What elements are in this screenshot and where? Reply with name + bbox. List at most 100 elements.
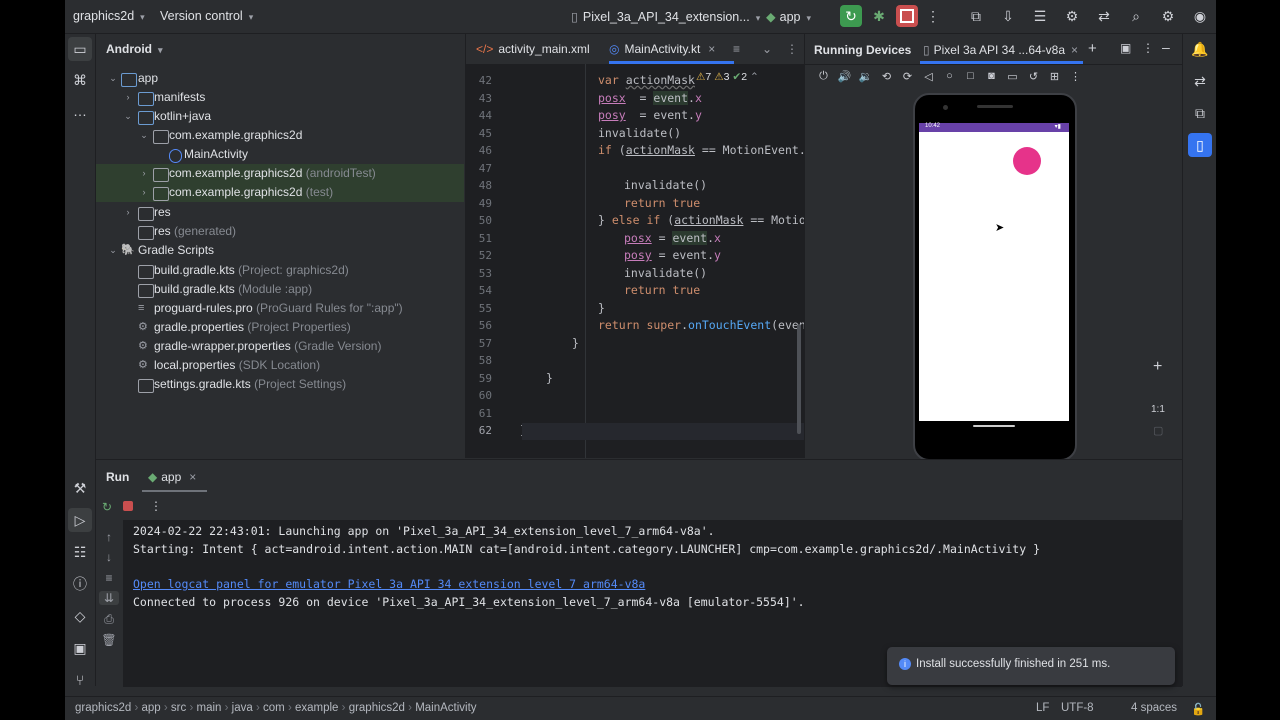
- stop-icon[interactable]: [896, 5, 918, 27]
- structure-icon[interactable]: ≡: [733, 42, 740, 56]
- tree-item-res[interactable]: › res: [96, 203, 464, 222]
- terminal-icon[interactable]: ▣: [68, 636, 92, 660]
- power-icon[interactable]: ⏻: [813, 70, 834, 86]
- search-icon[interactable]: ⌕: [1125, 5, 1147, 27]
- apply-changes-icon[interactable]: ↻: [840, 5, 862, 27]
- zoom-actual-size[interactable]: 1:1: [1151, 404, 1165, 415]
- plugin-icon[interactable]: ⚙: [1061, 5, 1083, 27]
- rerun-icon[interactable]: ↻: [102, 500, 112, 514]
- chevron-up-icon[interactable]: ⌃: [750, 71, 759, 83]
- breadcrumb-item[interactable]: MainActivity: [415, 702, 476, 714]
- tab-activity-main-xml[interactable]: </> activity_main.xml: [476, 42, 590, 56]
- tree-item-build-gradle-project[interactable]: build.gradle.kts (Project: graphics2d): [96, 261, 464, 280]
- more-icon[interactable]: ⋮: [1065, 70, 1086, 86]
- indent-setting[interactable]: 4 spaces: [1131, 702, 1177, 714]
- device-selector[interactable]: ▯ Pixel_3a_API_34_extension... ▾: [571, 9, 760, 24]
- more-tools-icon[interactable]: …: [68, 99, 92, 123]
- run-tab-app[interactable]: ◆ app ×: [148, 470, 196, 484]
- tree-item-gradle-properties[interactable]: ⚙ gradle.properties (Project Properties): [96, 318, 464, 337]
- snapshot-icon[interactable]: ↺: [1023, 70, 1044, 86]
- print-icon[interactable]: ⎙: [99, 612, 119, 627]
- scroll-down-icon[interactable]: ↓: [99, 550, 119, 564]
- overview-icon[interactable]: □: [960, 70, 981, 86]
- extended-controls-icon[interactable]: ⊞: [1044, 70, 1065, 86]
- tree-item-gradle-scripts[interactable]: ⌄ 🐘 Gradle Scripts: [96, 241, 464, 260]
- tree-item-package-test[interactable]: › com.example.graphics2d (test): [96, 183, 464, 202]
- project-view-selector[interactable]: Android ▾: [106, 42, 163, 56]
- build-icon[interactable]: ⚒: [68, 476, 92, 500]
- rotate-right-icon[interactable]: ⟳: [897, 70, 918, 86]
- back-icon[interactable]: ◁: [918, 70, 939, 86]
- breadcrumb-item[interactable]: src: [171, 702, 186, 714]
- debug-icon[interactable]: ✱: [868, 5, 890, 27]
- trash-icon[interactable]: 🗑: [99, 633, 119, 647]
- breadcrumb-item[interactable]: graphics2d: [75, 702, 131, 714]
- breadcrumb-item[interactable]: java: [232, 702, 253, 714]
- home-icon[interactable]: ○: [939, 70, 960, 86]
- tree-item-app[interactable]: ⌄ app: [96, 69, 464, 88]
- device-manager-icon[interactable]: ⧉: [965, 5, 987, 27]
- account-icon[interactable]: ◉: [1189, 5, 1211, 27]
- tree-item-res-generated[interactable]: res (generated): [96, 222, 464, 241]
- vcs-selector[interactable]: Version control ▾: [160, 9, 253, 23]
- zoom-in-icon[interactable]: +: [1153, 358, 1162, 376]
- running-devices-tool-icon[interactable]: ▯: [1188, 133, 1212, 157]
- notifications-icon[interactable]: 🔔: [1188, 37, 1212, 61]
- chevron-down-icon[interactable]: ⌄: [762, 42, 772, 56]
- rotate-left-icon[interactable]: ⟲: [876, 70, 897, 86]
- breadcrumb-item[interactable]: com: [263, 702, 285, 714]
- tree-item-package[interactable]: ⌄ com.example.graphics2d: [96, 126, 464, 145]
- logcat-icon[interactable]: ☷: [68, 540, 92, 564]
- stop-icon[interactable]: [123, 501, 133, 511]
- tree-item-package-androidtest[interactable]: › com.example.graphics2d (androidTest): [96, 164, 464, 183]
- line-separator[interactable]: LF: [1036, 702, 1049, 714]
- tree-item-local-properties[interactable]: ⚙ local.properties (SDK Location): [96, 356, 464, 375]
- tree-item-mainactivity[interactable]: MainActivity: [96, 145, 464, 164]
- open-logcat-link[interactable]: Open logcat panel for emulator Pixel 3a …: [133, 577, 645, 591]
- lock-icon[interactable]: 🔓: [1191, 702, 1205, 716]
- inspection-widget[interactable]: ⚠7 ⚠3 ✔2 ⌃: [696, 71, 759, 83]
- run-tool-icon[interactable]: ▷: [68, 508, 92, 532]
- sdk-manager-icon[interactable]: ⇩: [997, 5, 1019, 27]
- volume-up-icon[interactable]: 🔊: [834, 70, 855, 86]
- tab-mainactivity-kt[interactable]: ◎ MainActivity.kt ×: [609, 42, 715, 56]
- more-icon[interactable]: ⋮: [150, 499, 162, 513]
- problems-icon[interactable]: ⓘ: [68, 572, 92, 596]
- breadcrumb-item[interactable]: app: [142, 702, 161, 714]
- soft-wrap-icon[interactable]: ≡: [99, 571, 119, 585]
- device-manager-icon[interactable]: ⧉: [1188, 101, 1212, 125]
- add-device-icon[interactable]: +: [1088, 40, 1097, 57]
- phone-screen[interactable]: 10:42 ▾▮ ➤: [919, 123, 1069, 421]
- record-icon[interactable]: ▭: [1002, 70, 1023, 86]
- zoom-fit-icon[interactable]: ▢: [1153, 424, 1163, 437]
- run-config-selector[interactable]: ◆ app ▾: [766, 9, 811, 24]
- git-icon[interactable]: ⑂: [68, 668, 92, 692]
- scroll-up-icon[interactable]: ↑: [99, 530, 119, 544]
- tree-item-settings-gradle[interactable]: settings.gradle.kts (Project Settings): [96, 375, 464, 394]
- screenshot-icon[interactable]: ◙: [981, 70, 1002, 86]
- app-quality-icon[interactable]: ◇: [68, 604, 92, 628]
- tree-item-proguard[interactable]: ≡ proguard-rules.pro (ProGuard Rules for …: [96, 299, 464, 318]
- breadcrumb-item[interactable]: main: [197, 702, 222, 714]
- tree-item-gradle-wrapper[interactable]: ⚙ gradle-wrapper.properties (Gradle Versi…: [96, 337, 464, 356]
- install-notification[interactable]: i Install successfully finished in 251 m…: [887, 647, 1175, 685]
- project-tool-icon[interactable]: ▭: [68, 37, 92, 61]
- editor-scrollbar-thumb[interactable]: [797, 324, 801, 434]
- more-icon[interactable]: ⋮: [786, 42, 798, 56]
- scroll-to-end-icon[interactable]: ⇊: [99, 591, 119, 605]
- close-icon[interactable]: ×: [1071, 43, 1078, 57]
- breadcrumb-item[interactable]: example: [295, 702, 338, 714]
- more-icon[interactable]: ⋮: [1142, 41, 1154, 55]
- resource-manager-icon[interactable]: ⌘: [68, 68, 92, 92]
- code-editor[interactable]: </> activity_main.xml ◎ MainActivity.kt × ≡…: [465, 34, 820, 458]
- gradle-tool-icon[interactable]: ⇄: [1188, 69, 1212, 93]
- gear-icon[interactable]: ⚙: [1157, 5, 1179, 27]
- device-tab[interactable]: ▯ Pixel 3a API 34 ...64-v8a ×: [923, 43, 1078, 57]
- project-selector[interactable]: graphics2d ▾: [73, 9, 145, 23]
- minimize-icon[interactable]: –: [1162, 39, 1170, 55]
- more-icon[interactable]: ⋮: [922, 5, 944, 27]
- sync-icon[interactable]: ⇄: [1093, 5, 1115, 27]
- layout-icon[interactable]: ☰: [1029, 5, 1051, 27]
- tree-item-build-gradle-module[interactable]: build.gradle.kts (Module :app): [96, 280, 464, 299]
- volume-down-icon[interactable]: 🔉: [855, 70, 876, 86]
